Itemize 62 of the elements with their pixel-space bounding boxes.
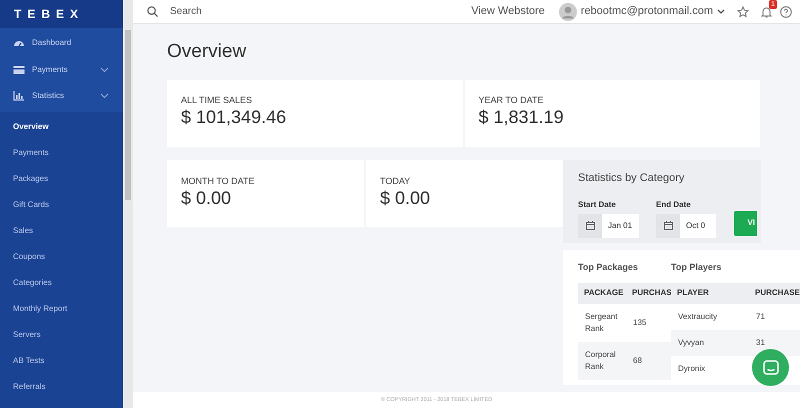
table-cell: 71 [749,304,800,330]
bell-icon[interactable] [761,6,772,18]
table-cell: 135 [626,304,671,342]
sidebar-item[interactable]: Servers [0,322,123,348]
sidebar-item[interactable]: Monthly Report [0,296,123,322]
table-cell: Dyronix [671,356,749,382]
avatar-icon[interactable] [558,2,577,20]
section-title: Top Packages [578,261,639,274]
stat-label: ALL TIME SALES [181,95,254,106]
sidebar-item[interactable]: Payments [0,140,123,166]
chevron-icon [100,66,109,73]
stat-value: $ 1,831.19 [478,106,565,128]
end-date-field[interactable]: Oct 0 [680,214,716,238]
calendar-icon [586,221,594,230]
sidebar-item[interactable]: Overview [0,114,123,140]
view-button[interactable]: VI [734,210,757,236]
table-cell: Vyvyan [671,330,749,356]
star-icon[interactable] [737,6,749,18]
table-cell: Corporal Rank [578,342,626,380]
chat-icon [762,360,778,375]
sidebar-item[interactable]: Dashboard [0,30,123,56]
sidebar-scrollbar[interactable] [123,0,133,408]
help-icon[interactable] [780,6,792,18]
column-header: PACKAGE [578,282,626,304]
table-cell: 68 [626,342,671,380]
stat-value: $ 0.00 [380,187,432,209]
field-label: End Date [656,198,692,210]
sidebar-item[interactable]: Coupons [0,244,123,270]
stat-value: $ 0.00 [181,187,232,209]
start-date-field[interactable]: Jan 01 [602,214,639,238]
sidebar-item[interactable]: Gift Cards [0,192,123,218]
view-webstore-link[interactable]: View Webstore [471,3,545,20]
search-icon[interactable] [147,6,158,17]
stat-label: MONTH TO DATE [181,176,256,187]
page-title: Overview [167,40,248,64]
calendar-icon [664,221,672,230]
search-field[interactable]: Search [170,4,370,19]
sidebar-item[interactable]: Payments [0,56,123,83]
user-email[interactable]: rebootmc@protonmail.com [580,3,713,20]
sidebar-item[interactable]: Referrals [0,374,123,400]
table-cell: Sergeant Rank [578,304,626,342]
panel-title: Statistics by Category [578,171,686,186]
bar-chart-icon [13,90,25,102]
section-title: Top Players [671,261,722,274]
sidebar-item[interactable]: AB Tests [0,348,123,374]
sidebar-item[interactable]: Statistics [0,83,123,110]
caret-icon[interactable] [717,8,725,14]
card-icon [13,64,25,76]
stat-label: YEAR TO DATE [478,95,545,106]
chevron-icon [100,93,109,100]
column-header: PLAYER [671,282,749,304]
sidebar-item[interactable]: Packages [0,166,123,192]
table-cell: 31 [749,330,800,356]
sidebar-item[interactable]: Sales [0,218,123,244]
field-label: Start Date [578,198,617,210]
stat-label: TODAY [380,176,412,187]
column-header: PURCHASE [749,282,800,304]
logo: TEBEX [14,6,84,23]
column-header: PURCHAS [626,282,671,304]
stat-value: $ 101,349.46 [181,106,288,128]
table-cell: Vextraucity [671,304,749,330]
sidebar-item[interactable]: Categories [0,270,123,296]
